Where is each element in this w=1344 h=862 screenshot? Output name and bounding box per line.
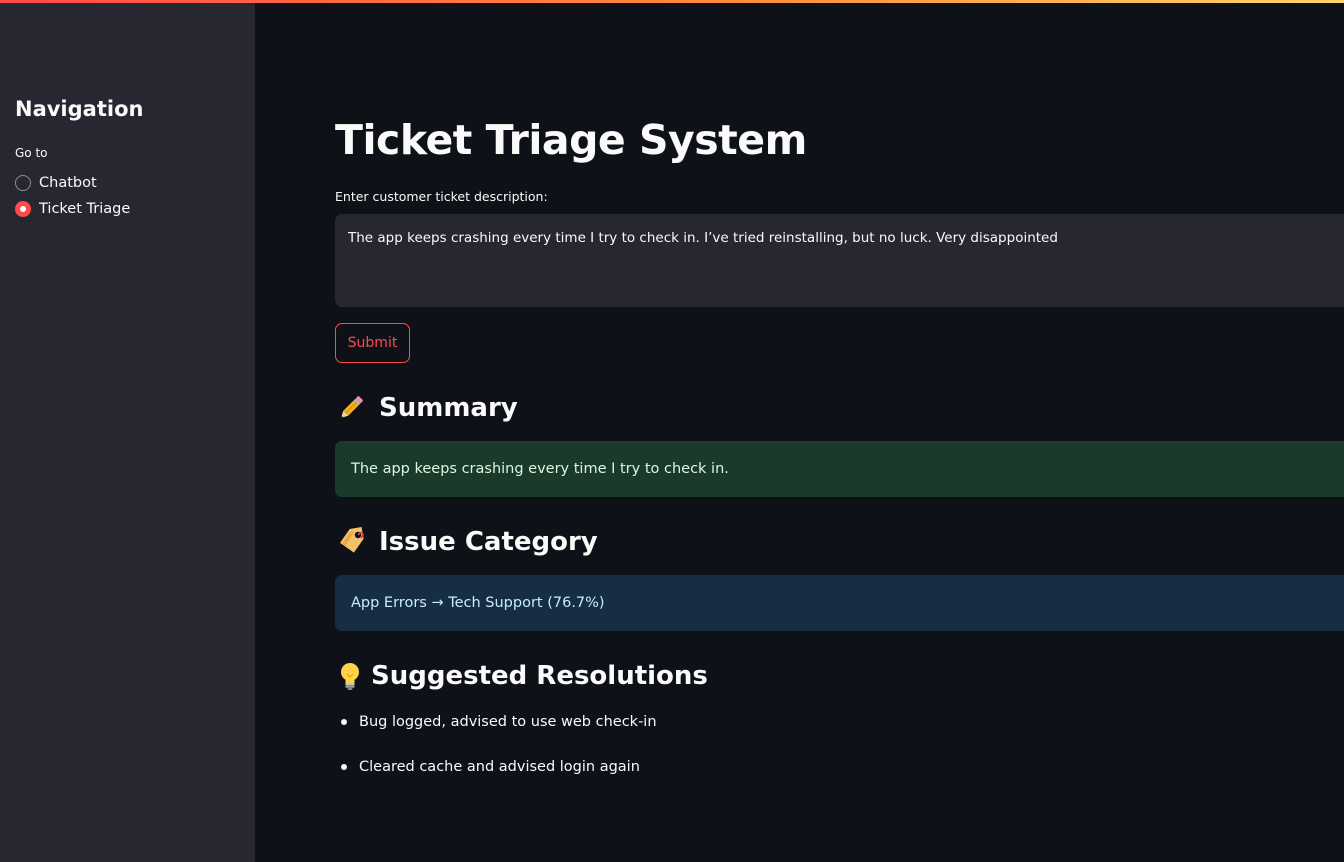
- bullet-icon: [341, 719, 347, 725]
- issue-category-heading-text: Issue Category: [379, 527, 598, 557]
- page-title: Ticket Triage System: [335, 116, 807, 164]
- summary-heading: Summary: [335, 390, 518, 426]
- ticket-description-input[interactable]: The app keeps crashing every time I try …: [335, 214, 1344, 307]
- ticket-description-label: Enter customer ticket description:: [335, 189, 548, 204]
- radio-selected-icon[interactable]: [15, 201, 31, 217]
- resolution-text: Bug logged, advised to use web check-in: [359, 714, 657, 730]
- bullet-icon: [341, 764, 347, 770]
- radio-option-label: Chatbot: [39, 175, 97, 191]
- sidebar-title: Navigation: [15, 97, 144, 121]
- radio-option-chatbot[interactable]: Chatbot: [15, 173, 97, 193]
- issue-category-text: App Errors → Tech Support (76.7%): [351, 595, 605, 611]
- label-tag-icon: [339, 526, 364, 553]
- summary-heading-text: Summary: [379, 393, 518, 423]
- pencil-icon: [341, 396, 363, 418]
- main-content: Ticket Triage System Enter customer tick…: [335, 0, 1344, 862]
- light-bulb-icon: [341, 663, 359, 690]
- sidebar: Navigation Go to Chatbot Ticket Triage: [0, 3, 255, 862]
- navigation-radio-label: Go to: [15, 146, 48, 160]
- radio-unselected-icon[interactable]: [15, 175, 31, 191]
- issue-category-heading: Issue Category: [335, 524, 598, 560]
- radio-option-label: Ticket Triage: [39, 201, 131, 217]
- issue-category-info-box: App Errors → Tech Support (76.7%): [335, 575, 1344, 631]
- resolution-list-item: Bug logged, advised to use web check-in: [335, 714, 657, 730]
- suggested-resolutions-heading: Suggested Resolutions: [335, 658, 708, 694]
- suggested-resolutions-heading-text: Suggested Resolutions: [371, 661, 708, 691]
- submit-button[interactable]: Submit: [335, 323, 410, 363]
- summary-text: The app keeps crashing every time I try …: [351, 461, 729, 477]
- resolution-text: Cleared cache and advised login again: [359, 759, 640, 775]
- resolution-list-item: Cleared cache and advised login again: [335, 759, 640, 775]
- summary-success-box: The app keeps crashing every time I try …: [335, 441, 1344, 497]
- radio-option-ticket-triage[interactable]: Ticket Triage: [15, 199, 130, 219]
